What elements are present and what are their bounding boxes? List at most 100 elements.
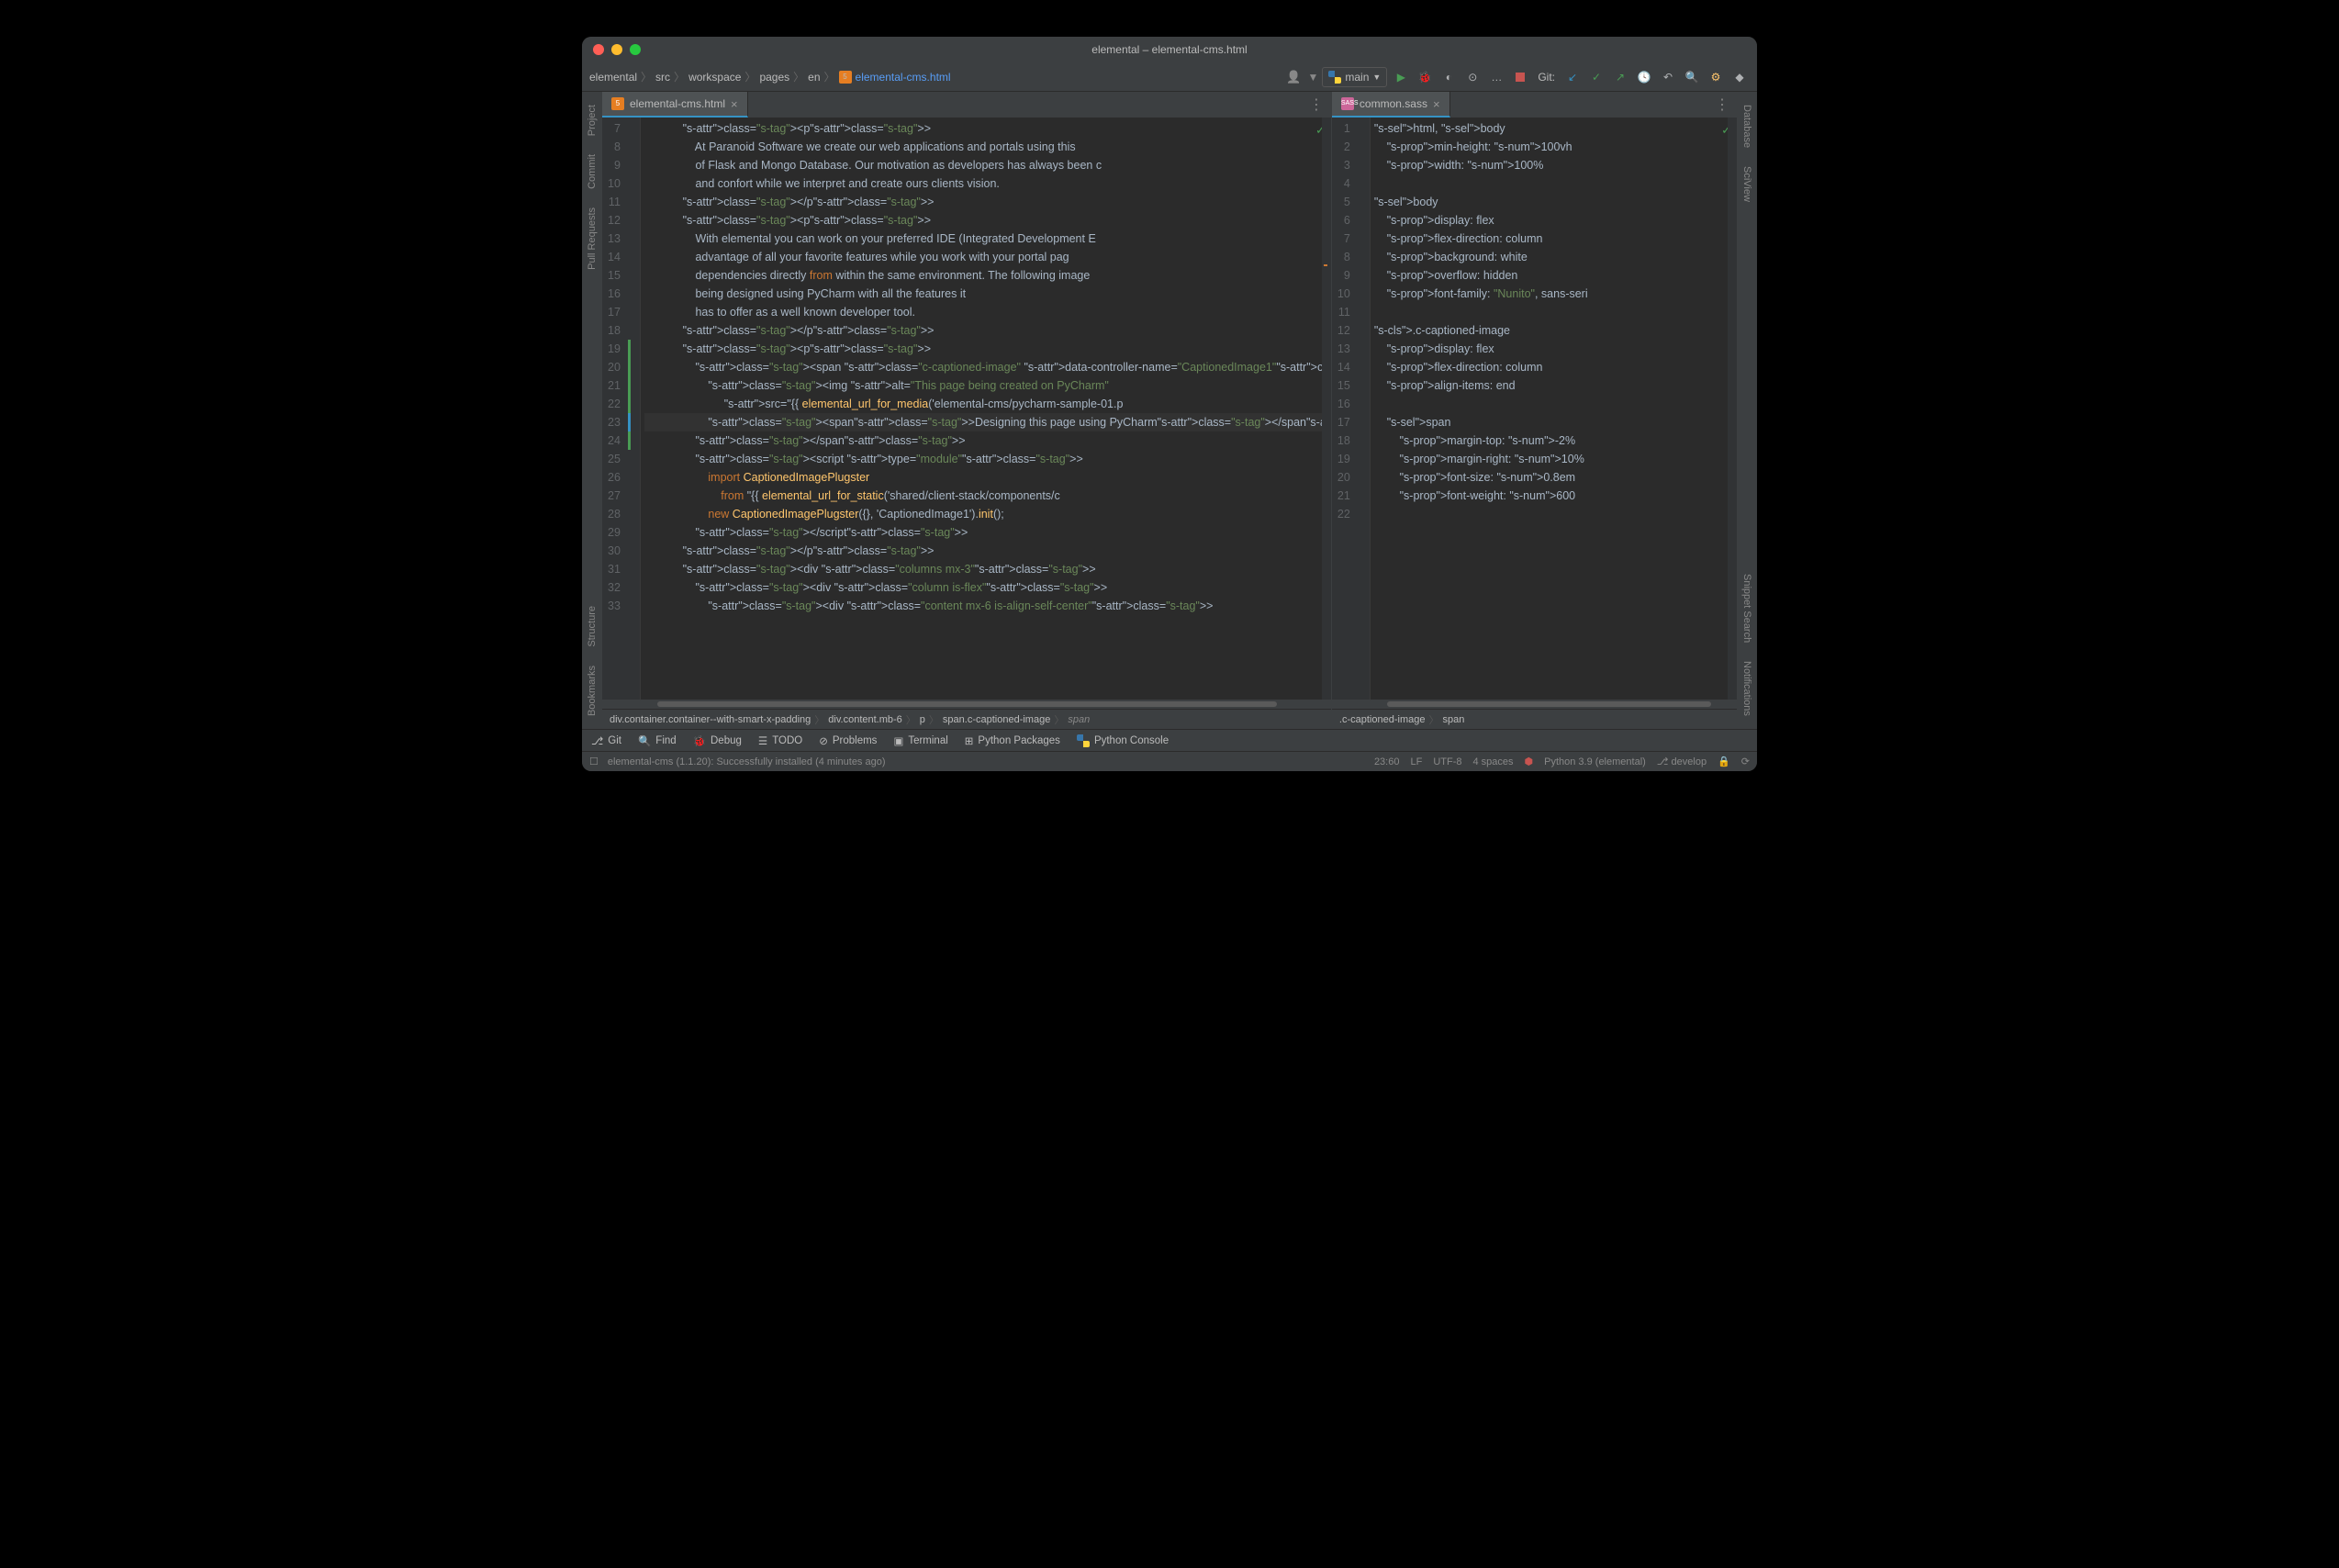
breadcrumb-item[interactable]: elemental	[589, 71, 637, 84]
vcs-change-marker[interactable]	[628, 340, 631, 450]
bottom-toolbar: ⎇ Git 🔍 Find 🐞 Debug ☰ TODO ⊘ Problems ▣…	[582, 729, 1757, 751]
debug-button[interactable]: 🐞	[1415, 67, 1435, 87]
git-tool[interactable]: ⎇ Git	[591, 734, 621, 747]
left-tool-rail: Project Commit Pull Requests Structure B…	[582, 92, 602, 729]
fold-column[interactable]	[1358, 118, 1371, 700]
right-structure-breadcrumb: .c-captioned-image〉 span	[1332, 709, 1737, 729]
crumb-item[interactable]: div.content.mb-6	[828, 714, 902, 725]
file-encoding[interactable]: UTF-8	[1433, 756, 1461, 767]
run-config-name: main	[1345, 71, 1369, 84]
python-console-tool[interactable]: Python Console	[1077, 734, 1169, 747]
line-ending[interactable]: LF	[1410, 756, 1422, 767]
crumb-current[interactable]: span	[1068, 714, 1090, 725]
notifications-tool[interactable]: Notifications	[1740, 654, 1754, 723]
fold-column[interactable]	[628, 118, 641, 700]
status-message: elemental-cms (1.1.20): Successfully ins…	[608, 756, 886, 767]
crumb-item[interactable]: span	[1442, 714, 1464, 725]
line-gutter: 7891011121314151617181920212223242526272…	[602, 118, 628, 700]
notifications-icon[interactable]: ☐	[589, 756, 599, 767]
close-window-button[interactable]	[593, 44, 604, 55]
terminal-tool[interactable]: ▣ Terminal	[893, 734, 947, 747]
python-interpreter[interactable]: Python 3.9 (elemental)	[1544, 756, 1646, 767]
profile-button[interactable]: ⊙	[1462, 67, 1483, 87]
structure-tool[interactable]: Structure	[585, 599, 599, 655]
code-source[interactable]: "s-sel">html, "s-sel">body "s-prop">min-…	[1371, 118, 1728, 700]
run-anything-button[interactable]: …	[1486, 67, 1506, 87]
error-stripe[interactable]	[1322, 118, 1331, 700]
commit-tool[interactable]: Commit	[585, 147, 599, 196]
vcs-rollback-button[interactable]: ↶	[1658, 67, 1678, 87]
vcs-update-button[interactable]: ↙	[1562, 67, 1583, 87]
vcs-commit-button[interactable]: ✓	[1586, 67, 1606, 87]
maximize-window-button[interactable]	[630, 44, 641, 55]
minimize-window-button[interactable]	[611, 44, 622, 55]
todo-tool[interactable]: ☰ TODO	[758, 734, 802, 747]
stop-button[interactable]	[1510, 67, 1530, 87]
breadcrumb-item[interactable]: en	[808, 71, 820, 84]
tab-elemental-cms-html[interactable]: 5 elemental-cms.html ×	[602, 92, 748, 118]
sciview-tool[interactable]: SciView	[1740, 159, 1754, 209]
tab-label: elemental-cms.html	[630, 97, 725, 110]
editor-area: 5 elemental-cms.html × ⋮ ✓ 7891011121314…	[602, 92, 1737, 729]
left-editor-pane: 5 elemental-cms.html × ⋮ ✓ 7891011121314…	[602, 92, 1331, 729]
vcs-push-button[interactable]: ↗	[1610, 67, 1630, 87]
tab-common-sass[interactable]: SASS common.sass ×	[1332, 92, 1450, 118]
run-configuration-dropdown[interactable]: main ▼	[1322, 67, 1387, 87]
crumb-item[interactable]: div.container.container--with-smart-x-pa…	[610, 714, 811, 725]
problems-tool[interactable]: ⊘ Problems	[819, 734, 877, 747]
python-packages-tool[interactable]: ⊞ Python Packages	[965, 734, 1060, 747]
bookmarks-tool[interactable]: Bookmarks	[585, 658, 599, 723]
chevron-down-icon: ▼	[1372, 73, 1381, 82]
vcs-history-button[interactable]: 🕓	[1634, 67, 1654, 87]
run-coverage-button[interactable]: ◐	[1438, 67, 1459, 87]
account-dropdown-icon[interactable]: ▼	[1308, 71, 1319, 84]
left-code-editor[interactable]: ✓ 78910111213141516171819202122232425262…	[602, 118, 1331, 700]
editor-body: Project Commit Pull Requests Structure B…	[582, 92, 1757, 729]
lock-icon[interactable]: 🔒	[1718, 756, 1730, 767]
right-editor-pane: SASS common.sass × ⋮ ✓ 12345678910111213…	[1331, 92, 1737, 729]
code-source[interactable]: "s-attr">class="s-tag"><p"s-attr">class=…	[641, 118, 1322, 700]
project-tool[interactable]: Project	[585, 97, 599, 143]
ide-features-button[interactable]: ◆	[1729, 67, 1750, 87]
horizontal-scrollbar[interactable]	[602, 700, 1331, 709]
find-tool[interactable]: 🔍 Find	[638, 734, 677, 747]
close-tab-icon[interactable]: ×	[1433, 97, 1440, 111]
python-icon	[1328, 71, 1341, 84]
close-tab-icon[interactable]: ×	[731, 97, 738, 111]
git-label: Git:	[1538, 71, 1555, 84]
horizontal-scrollbar[interactable]	[1332, 700, 1737, 709]
warning-marker[interactable]	[1324, 264, 1327, 266]
error-stripe[interactable]	[1728, 118, 1737, 700]
caret-position[interactable]: 23:60	[1374, 756, 1400, 767]
tabs-more-button[interactable]: ⋮	[1302, 92, 1331, 118]
pull-requests-tool[interactable]: Pull Requests	[585, 200, 599, 277]
scrollbar-thumb[interactable]	[1387, 701, 1711, 707]
tab-label: common.sass	[1360, 97, 1427, 110]
right-tool-rail: Database SciView Snippet Search Notifica…	[1737, 92, 1757, 729]
crumb-item[interactable]: span.c-captioned-image	[943, 714, 1050, 725]
search-everywhere-button[interactable]: 🔍	[1682, 67, 1702, 87]
crumb-item[interactable]: .c-captioned-image	[1339, 714, 1426, 725]
crumb-item[interactable]: p	[920, 714, 925, 725]
right-code-editor[interactable]: ✓ 12345678910111213141516171819202122 "s…	[1332, 118, 1737, 700]
breadcrumb-item[interactable]: workspace	[688, 71, 741, 84]
breadcrumb-file[interactable]: elemental-cms.html	[856, 71, 951, 84]
account-icon[interactable]	[1284, 67, 1304, 87]
indent-setting[interactable]: 4 spaces	[1472, 756, 1513, 767]
breadcrumb-item[interactable]: pages	[759, 71, 789, 84]
ide-settings-button[interactable]: ⚙	[1706, 67, 1726, 87]
scrollbar-thumb[interactable]	[657, 701, 1277, 707]
status-bar: ☐ elemental-cms (1.1.20): Successfully i…	[582, 751, 1757, 771]
sync-icon[interactable]: ⟳	[1741, 756, 1750, 767]
vcs-change-marker[interactable]	[628, 413, 631, 431]
breadcrumb-item[interactable]: src	[655, 71, 670, 84]
run-button[interactable]: ▶	[1391, 67, 1411, 87]
snippet-search-tool[interactable]: Snippet Search	[1740, 566, 1754, 650]
tabs-more-button[interactable]: ⋮	[1707, 92, 1737, 118]
html-file-icon: 5	[611, 97, 624, 110]
database-tool[interactable]: Database	[1740, 97, 1754, 155]
git-branch[interactable]: ⎇ develop	[1657, 756, 1707, 767]
window-title: elemental – elemental-cms.html	[1091, 43, 1247, 56]
debug-tool[interactable]: 🐞 Debug	[693, 734, 742, 747]
window-controls	[593, 44, 641, 55]
